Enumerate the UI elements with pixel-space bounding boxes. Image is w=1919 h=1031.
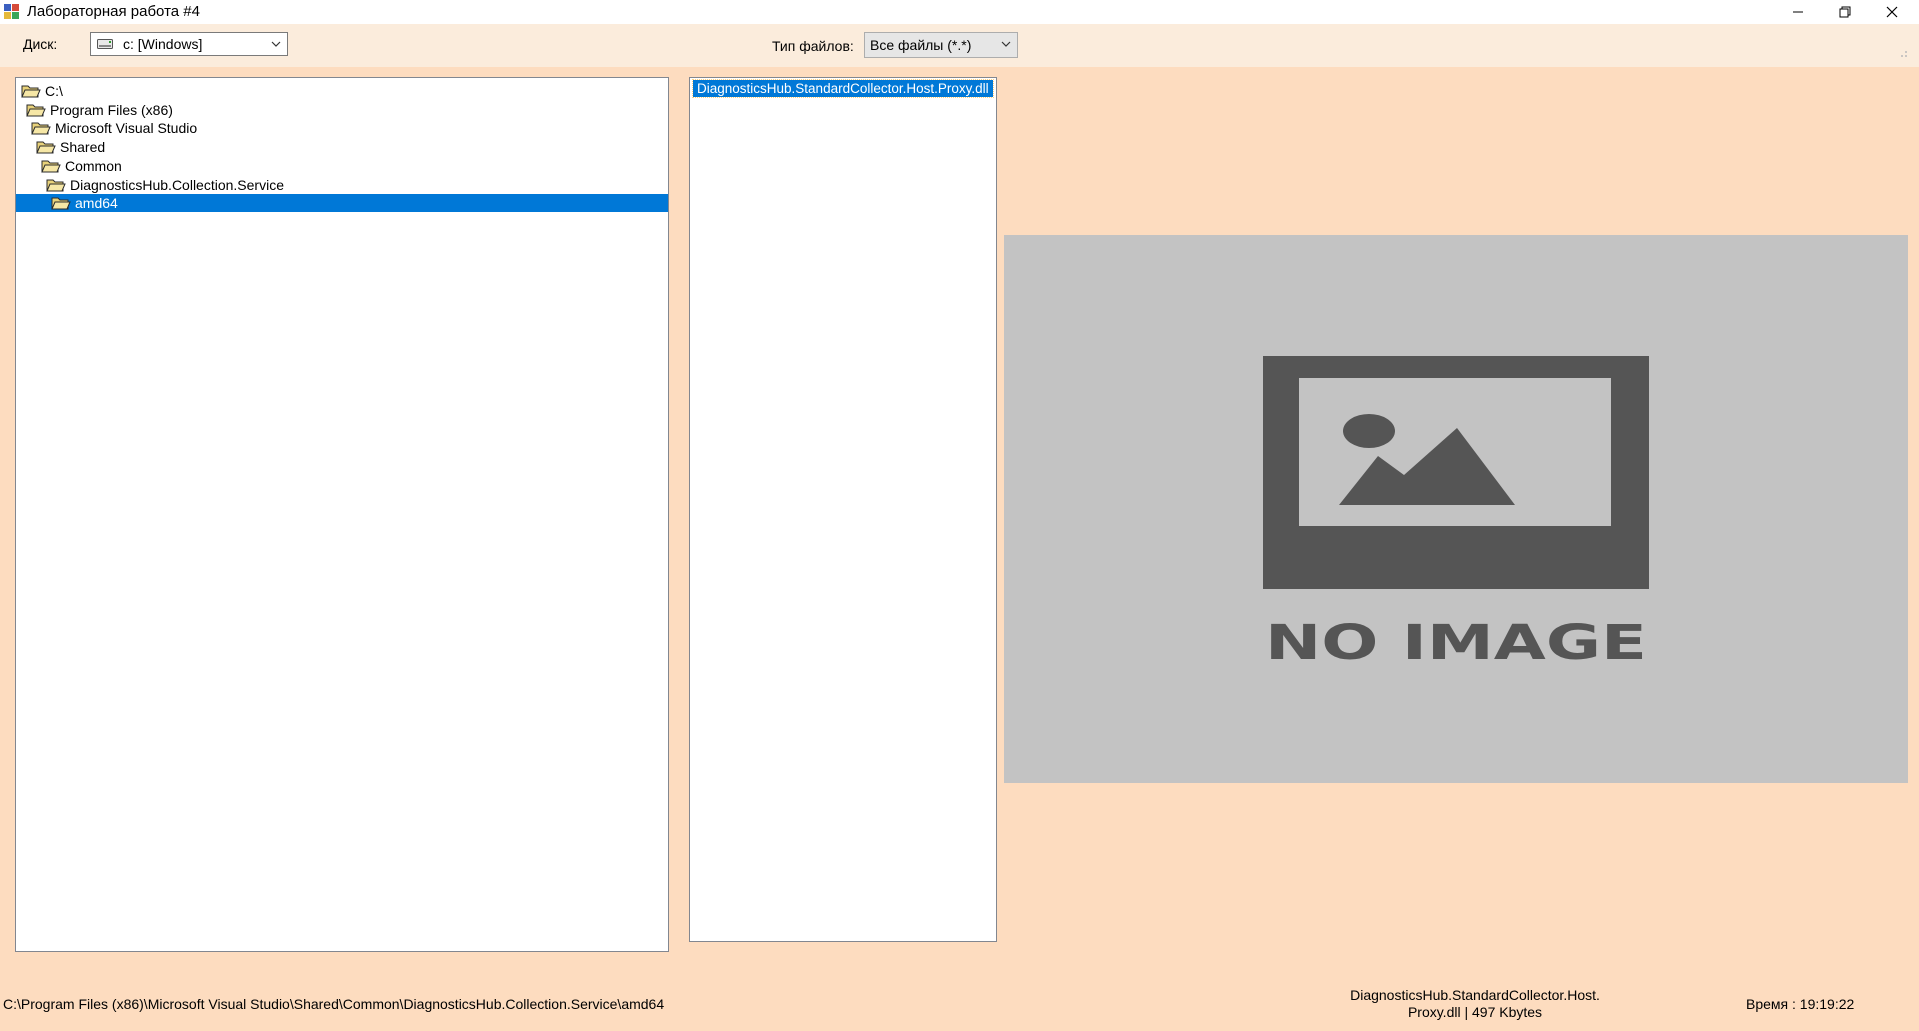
chevron-down-icon (1001, 41, 1011, 47)
tree-node-label: Shared (60, 139, 106, 156)
status-file-info: DiagnosticsHub.StandardCollector.Host. P… (1310, 987, 1640, 1021)
folder-open-icon (26, 102, 46, 118)
folder-open-icon (46, 177, 66, 193)
status-time: Время : 19:19:22 (1746, 996, 1855, 1012)
folder-open-icon (21, 83, 41, 99)
tree-node[interactable]: C:\ (21, 82, 63, 100)
no-image-text: NO IMAGE (1265, 615, 1647, 671)
tree-node[interactable]: amd64 (16, 194, 668, 213)
minimize-icon (1793, 11, 1803, 13)
status-path: C:\Program Files (x86)\Microsoft Visual … (3, 996, 665, 1012)
folder-open-icon (51, 195, 71, 211)
folder-open-icon (31, 120, 51, 136)
tree-node-label: Program Files (x86) (50, 101, 173, 118)
file-list-item[interactable]: DiagnosticsHub.StandardCollector.Host.Pr… (692, 79, 994, 98)
tree-node[interactable]: Program Files (x86) (26, 101, 173, 119)
status-file-name: DiagnosticsHub.StandardCollector.Host. (1350, 987, 1600, 1003)
disk-label: Диск: (23, 36, 58, 52)
toolbar: Диск: c: [Windows] Тип файлов: Все файлы… (0, 24, 1919, 67)
close-icon (1886, 6, 1898, 18)
restore-button[interactable] (1822, 0, 1868, 24)
filetype-select-value: Все файлы (*.*) (870, 37, 972, 53)
tree-node[interactable]: DiagnosticsHub.Collection.Service (46, 176, 284, 194)
file-list[interactable]: DiagnosticsHub.StandardCollector.Host.Pr… (689, 77, 997, 942)
drive-icon (97, 39, 113, 49)
tree-node[interactable]: Common (41, 157, 122, 175)
app-icon (4, 4, 19, 19)
disk-select-value: c: [Windows] (123, 36, 203, 52)
window-title: Лабораторная работа #4 (27, 3, 200, 20)
tree-node-label: Common (65, 157, 122, 174)
close-button[interactable] (1869, 0, 1915, 24)
tree-node-label: DiagnosticsHub.Collection.Service (70, 176, 284, 193)
disk-select[interactable]: c: [Windows] (90, 32, 288, 56)
filetype-select[interactable]: Все файлы (*.*) (864, 32, 1018, 58)
tree-node-label: Microsoft Visual Studio (55, 120, 198, 137)
status-file-size: Proxy.dll | 497 Kbytes (1407, 1004, 1543, 1020)
image-placeholder-icon (1263, 356, 1649, 589)
restore-icon (1839, 6, 1851, 18)
minimize-button[interactable] (1775, 0, 1821, 24)
grip-icon (1901, 51, 1907, 57)
tree-node[interactable]: Shared (36, 138, 105, 156)
title-bar: Лабораторная работа #4 (0, 0, 1919, 24)
tree-node[interactable]: Microsoft Visual Studio (31, 119, 197, 137)
folder-open-icon (36, 139, 56, 155)
chevron-down-icon (271, 41, 281, 47)
tree-node-label: C:\ (45, 83, 63, 99)
filetype-label: Тип файлов: (772, 38, 854, 54)
directory-tree[interactable]: C:\ Program Files (x86) Microsoft Visual S… (15, 77, 669, 952)
tree-node-label: amd64 (75, 195, 118, 212)
image-preview: NO IMAGE (1004, 235, 1908, 783)
folder-open-icon (41, 158, 61, 174)
